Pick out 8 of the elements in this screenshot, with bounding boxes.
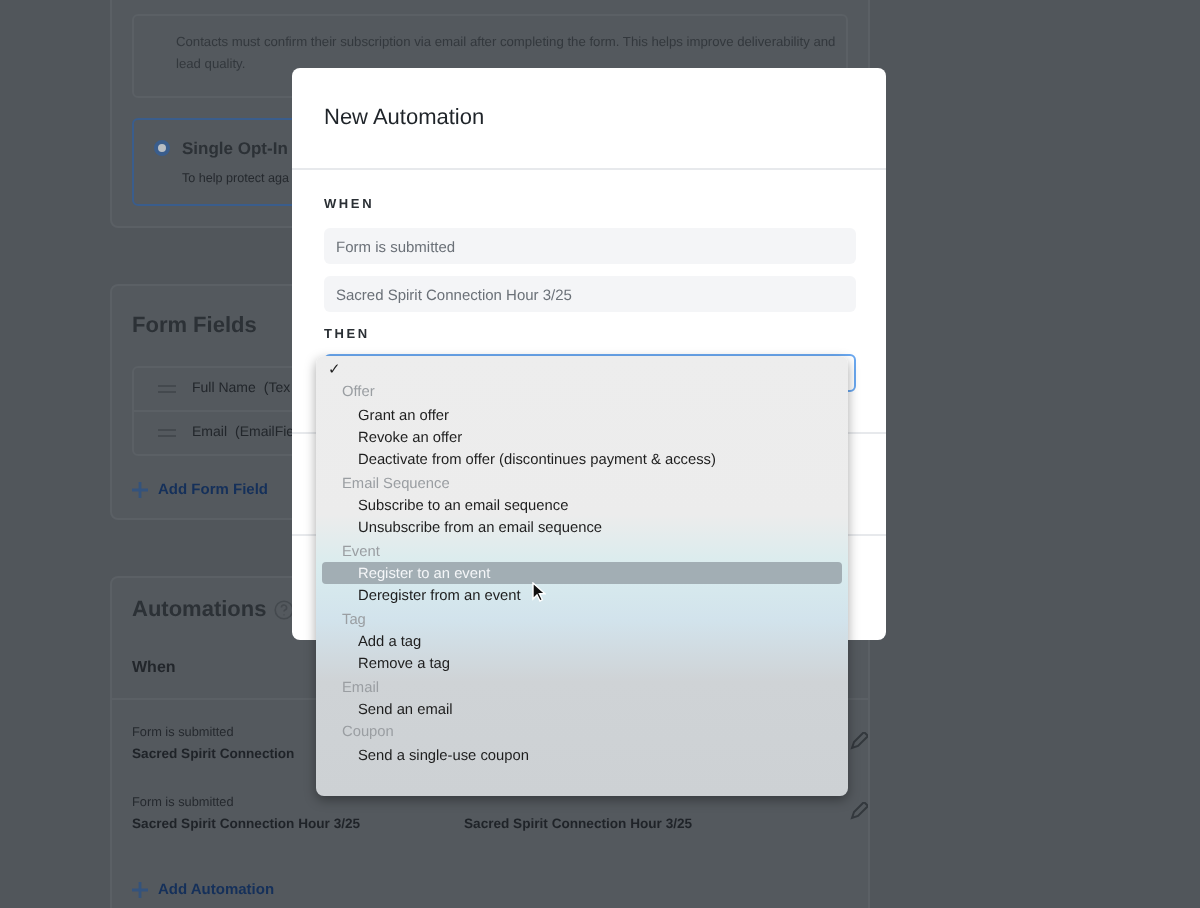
pencil-icon[interactable] <box>850 802 868 820</box>
modal-title: New Automation <box>324 106 485 130</box>
radio-button[interactable] <box>154 140 170 157</box>
plus-icon <box>132 881 148 897</box>
cursor-icon <box>532 582 546 602</box>
pencil-icon[interactable] <box>850 732 868 750</box>
plus-icon <box>132 481 148 497</box>
help-icon[interactable] <box>274 600 295 620</box>
